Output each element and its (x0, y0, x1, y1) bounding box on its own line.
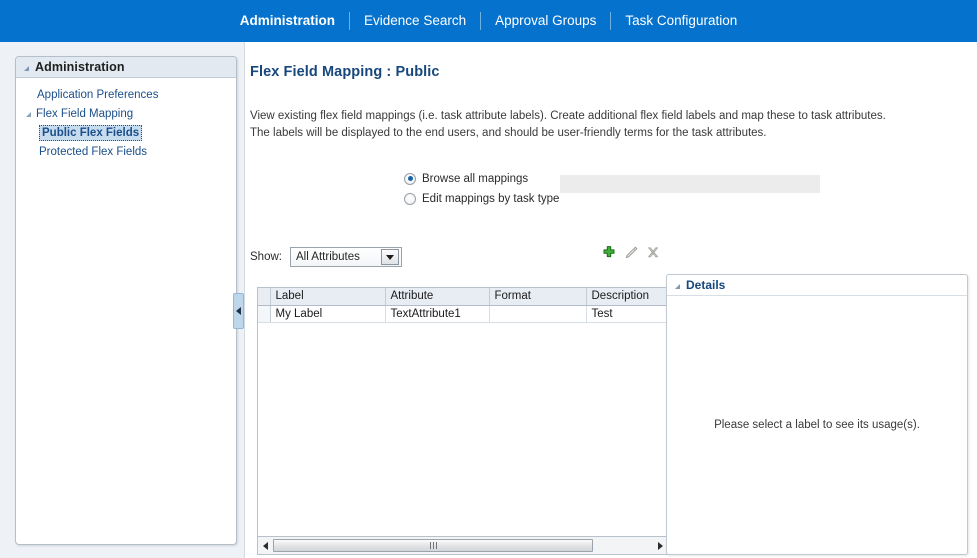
top-navigation-bar: Administration Evidence Search Approval … (0, 0, 977, 42)
mapping-mode-radio-group: Browse all mappings Edit mappings by tas… (404, 170, 559, 210)
collapse-left-arrow-icon (236, 307, 241, 315)
cell-attribute: TextAttribute1 (385, 305, 490, 323)
nav-tab-approval-groups[interactable]: Approval Groups (481, 11, 610, 31)
scroll-left-arrow-icon[interactable] (258, 538, 273, 554)
radio-button-icon[interactable] (404, 192, 416, 205)
table-toolbar (600, 244, 662, 262)
selection-column-header (258, 288, 271, 306)
triangle-collapse-icon[interactable] (24, 65, 29, 71)
table-horizontal-scrollbar[interactable] (257, 537, 669, 555)
scrollbar-track[interactable] (273, 538, 653, 554)
mappings-grid: Label Attribute Format Description My La… (258, 288, 668, 323)
sidebar-item-application-preferences[interactable]: Application Preferences (16, 85, 236, 104)
show-filter-select[interactable]: All Attributes (289, 247, 402, 267)
nav-tab-administration[interactable]: Administration (226, 11, 349, 31)
content-area: Flex Field Mapping : Public View existin… (244, 42, 977, 558)
radio-browse-all-mappings[interactable]: Browse all mappings (404, 170, 559, 187)
left-arrow-shape (263, 541, 268, 550)
nav-tab-task-configuration[interactable]: Task Configuration (611, 11, 751, 31)
edit-pencil-icon[interactable] (622, 244, 640, 262)
chevron-down-icon[interactable] (380, 249, 399, 265)
table-header-row: Label Attribute Format Description (258, 288, 668, 306)
sidebar-item-flex-field-mapping[interactable]: Flex Field Mapping (16, 104, 236, 123)
column-header-description[interactable]: Description (586, 288, 668, 306)
sidebar-item-public-flex-fields[interactable]: Public Flex Fields (16, 123, 236, 142)
administration-sidebar-panel: Administration Application Preferences F… (15, 56, 237, 545)
sidebar-header[interactable]: Administration (16, 57, 236, 78)
column-header-attribute[interactable]: Attribute (385, 288, 490, 306)
sidebar-item-label: Protected Flex Fields (39, 145, 148, 158)
radio-label: Edit mappings by task type (422, 192, 560, 205)
sidebar-tree: Application Preferences Flex Field Mappi… (16, 78, 236, 161)
page-description-line-2: The labels will be displayed to the end … (250, 126, 767, 139)
top-navigation-items: Administration Evidence Search Approval … (226, 11, 751, 31)
sidebar-collapse-handle[interactable] (233, 293, 244, 329)
show-filter-label: Show: (250, 251, 282, 263)
scrollbar-thumb[interactable] (273, 538, 593, 552)
show-filter-selected-value: All Attributes (295, 251, 360, 263)
page-description: View existing flex field mappings (i.e. … (250, 108, 950, 141)
sidebar-item-label: Flex Field Mapping (36, 107, 134, 120)
sidebar-item-label: Application Preferences (37, 88, 159, 101)
table-row[interactable]: My Label TextAttribute1 Test (258, 305, 668, 323)
sidebar-item-protected-flex-fields[interactable]: Protected Flex Fields (16, 142, 236, 161)
cell-format (489, 305, 587, 323)
details-panel: Details Please select a label to see its… (666, 274, 968, 555)
table-body: My Label TextAttribute1 Test (258, 305, 668, 323)
delete-x-icon[interactable] (644, 244, 662, 262)
task-type-input[interactable] (560, 175, 820, 193)
column-header-format[interactable]: Format (489, 288, 587, 306)
main-shell: Administration Application Preferences F… (0, 42, 977, 558)
show-filter-row: Show: All Attributes (250, 247, 402, 267)
page-description-line-1: View existing flex field mappings (i.e. … (250, 110, 886, 122)
triangle-expand-icon[interactable] (26, 112, 31, 117)
details-body: Please select a label to see its usage(s… (667, 296, 967, 554)
sidebar-item-label: Public Flex Fields (39, 124, 143, 141)
details-header[interactable]: Details (667, 275, 967, 296)
details-empty-message: Please select a label to see its usage(s… (714, 419, 920, 431)
caret-shape (385, 254, 394, 260)
triangle-collapse-icon[interactable] (675, 283, 680, 289)
sidebar-title: Administration (35, 60, 125, 74)
row-selector-cell[interactable] (258, 305, 271, 323)
radio-label: Browse all mappings (422, 172, 529, 185)
table-header: Label Attribute Format Description (258, 288, 668, 306)
cell-label: My Label (270, 305, 386, 323)
flex-field-mappings-table: Label Attribute Format Description My La… (257, 287, 669, 537)
page-title: Flex Field Mapping : Public (250, 64, 440, 80)
radio-edit-mappings-by-task-type[interactable]: Edit mappings by task type (404, 190, 559, 207)
nav-tab-evidence-search[interactable]: Evidence Search (350, 11, 480, 31)
radio-button-icon[interactable] (404, 172, 416, 185)
details-title: Details (686, 278, 726, 292)
column-header-label[interactable]: Label (270, 288, 386, 306)
scrollbar-grip-icon (429, 541, 437, 549)
cell-description: Test (586, 305, 668, 323)
add-icon[interactable] (600, 244, 618, 262)
right-arrow-shape (658, 541, 663, 550)
